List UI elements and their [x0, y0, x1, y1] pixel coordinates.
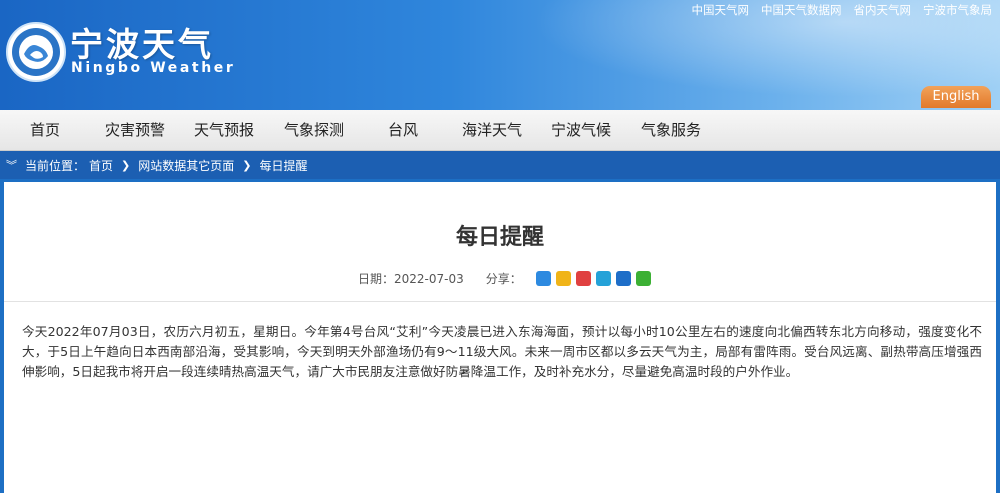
- article-meta: 日期： 2022-07-03 分享：: [358, 270, 651, 287]
- chevron-right-icon: ❯: [242, 158, 252, 172]
- site-header: 宁波天气 Ningbo Weather 中国天气网 中国天气数据网 省内天气网 …: [0, 0, 1000, 110]
- nav-item-disaster-warning[interactable]: 灾害预警: [105, 110, 165, 150]
- breadcrumb-current[interactable]: 每日提醒: [259, 157, 307, 174]
- share-label: 分享：: [485, 272, 522, 286]
- nav-item-detection[interactable]: 气象探测: [284, 110, 344, 150]
- main-nav: 首页 灾害预警 天气预报 气象探测 台风 海洋天气 宁波气候 气象服务: [0, 110, 1000, 151]
- tencent-icon[interactable]: [595, 271, 611, 286]
- divider: [4, 301, 996, 302]
- nav-item-forecast[interactable]: 天气预报: [194, 110, 254, 150]
- share-icons: [535, 271, 651, 286]
- nav-item-climate[interactable]: 宁波气候: [551, 110, 611, 150]
- weather-logo-icon[interactable]: [6, 22, 66, 82]
- breadcrumb: ︾ 当前位置： 首页 ❯ 网站数据其它页面 ❯ 每日提醒: [0, 151, 1000, 179]
- nav-item-ocean-weather[interactable]: 海洋天气: [462, 110, 522, 150]
- nav-item-services[interactable]: 气象服务: [641, 110, 701, 150]
- site-title: 宁波天气: [70, 25, 214, 64]
- top-link-ningbo-bureau[interactable]: 宁波市气象局: [923, 2, 992, 18]
- article-panel: 每日提醒 日期： 2022-07-03 分享： 今天2022年07月03日，农历…: [4, 182, 996, 493]
- renren-icon[interactable]: [615, 271, 631, 286]
- wechat-icon[interactable]: [635, 271, 651, 286]
- breadcrumb-prefix: 当前位置：: [25, 158, 86, 173]
- weibo-star-icon[interactable]: [555, 271, 571, 286]
- sina-weibo-icon[interactable]: [575, 271, 591, 286]
- article-body: 今天2022年07月03日，农历六月初五，星期日。今年第4号台风“艾利”今天凌晨…: [22, 324, 982, 379]
- page-title: 每日提醒: [455, 225, 544, 250]
- breadcrumb-home[interactable]: 首页: [89, 157, 113, 174]
- site-subtitle: Ningbo Weather: [71, 60, 236, 76]
- breadcrumb-other-pages[interactable]: 网站数据其它页面: [138, 157, 234, 174]
- top-link-china-weather-data[interactable]: 中国天气数据网: [761, 2, 842, 18]
- nav-item-home[interactable]: 首页: [30, 110, 60, 150]
- date-label: 日期：: [358, 272, 395, 286]
- top-link-china-weather[interactable]: 中国天气网: [692, 2, 750, 18]
- double-chevron-down-icon: ︾: [6, 159, 17, 172]
- qzone-icon[interactable]: [535, 271, 551, 286]
- english-button[interactable]: English: [921, 86, 991, 108]
- chevron-right-icon: ❯: [121, 158, 131, 172]
- article-date: 2022-07-03: [394, 271, 464, 286]
- top-links: 中国天气网 中国天气数据网 省内天气网 宁波市气象局: [692, 2, 993, 18]
- nav-item-typhoon[interactable]: 台风: [388, 110, 418, 150]
- top-link-province-weather[interactable]: 省内天气网: [854, 2, 912, 18]
